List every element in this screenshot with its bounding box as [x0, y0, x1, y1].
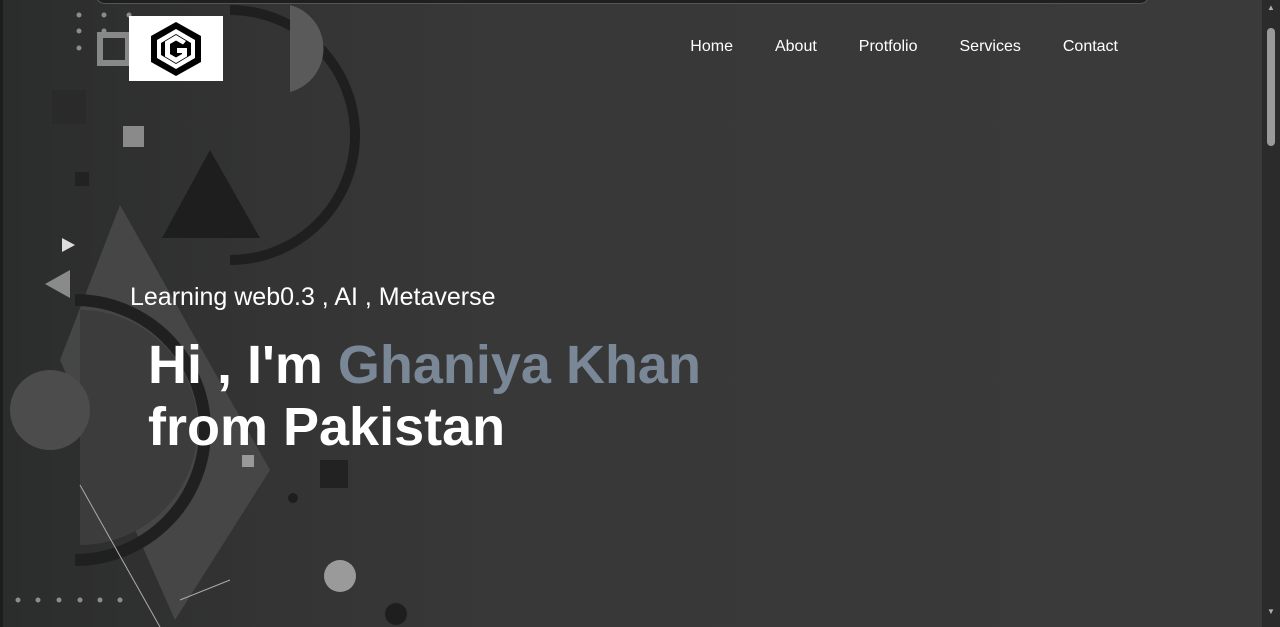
geometric-decoration [10, 5, 407, 627]
nav-contact[interactable]: Contact [1063, 38, 1118, 56]
hexagon-g-logo-icon [151, 21, 201, 76]
headline-origin: from Pakistan [148, 397, 506, 457]
scroll-down-arrow-icon[interactable]: ▼ [1262, 606, 1280, 618]
nav-portfolio[interactable]: Protfolio [859, 38, 918, 56]
nav-home[interactable]: Home [690, 38, 733, 56]
scroll-up-arrow-icon[interactable]: ▲ [1262, 2, 1280, 14]
top-overlay-bar [95, 0, 1150, 4]
headline-name: Ghaniya Khan [337, 335, 701, 395]
nav-services[interactable]: Services [960, 38, 1021, 56]
vertical-scrollbar[interactable]: ▲ ▼ [1262, 0, 1280, 627]
headline-greeting: Hi , I'm [148, 335, 338, 395]
main-navigation: Home About Protfolio Services Contact [648, 38, 1118, 56]
hero-headline: Hi , I'm Ghaniya Khan from Pakistan [148, 334, 701, 458]
nav-about[interactable]: About [775, 38, 817, 56]
hero-tagline: Learning web0.3 , AI , Metaverse [130, 283, 496, 311]
scroll-thumb[interactable] [1267, 28, 1275, 146]
headline-line-1: Hi , I'm Ghaniya Khan [148, 334, 701, 396]
window-left-edge [0, 0, 3, 627]
browser-viewport: Home About Protfolio Services Contact Le… [0, 0, 1280, 627]
site-logo[interactable] [129, 16, 223, 81]
